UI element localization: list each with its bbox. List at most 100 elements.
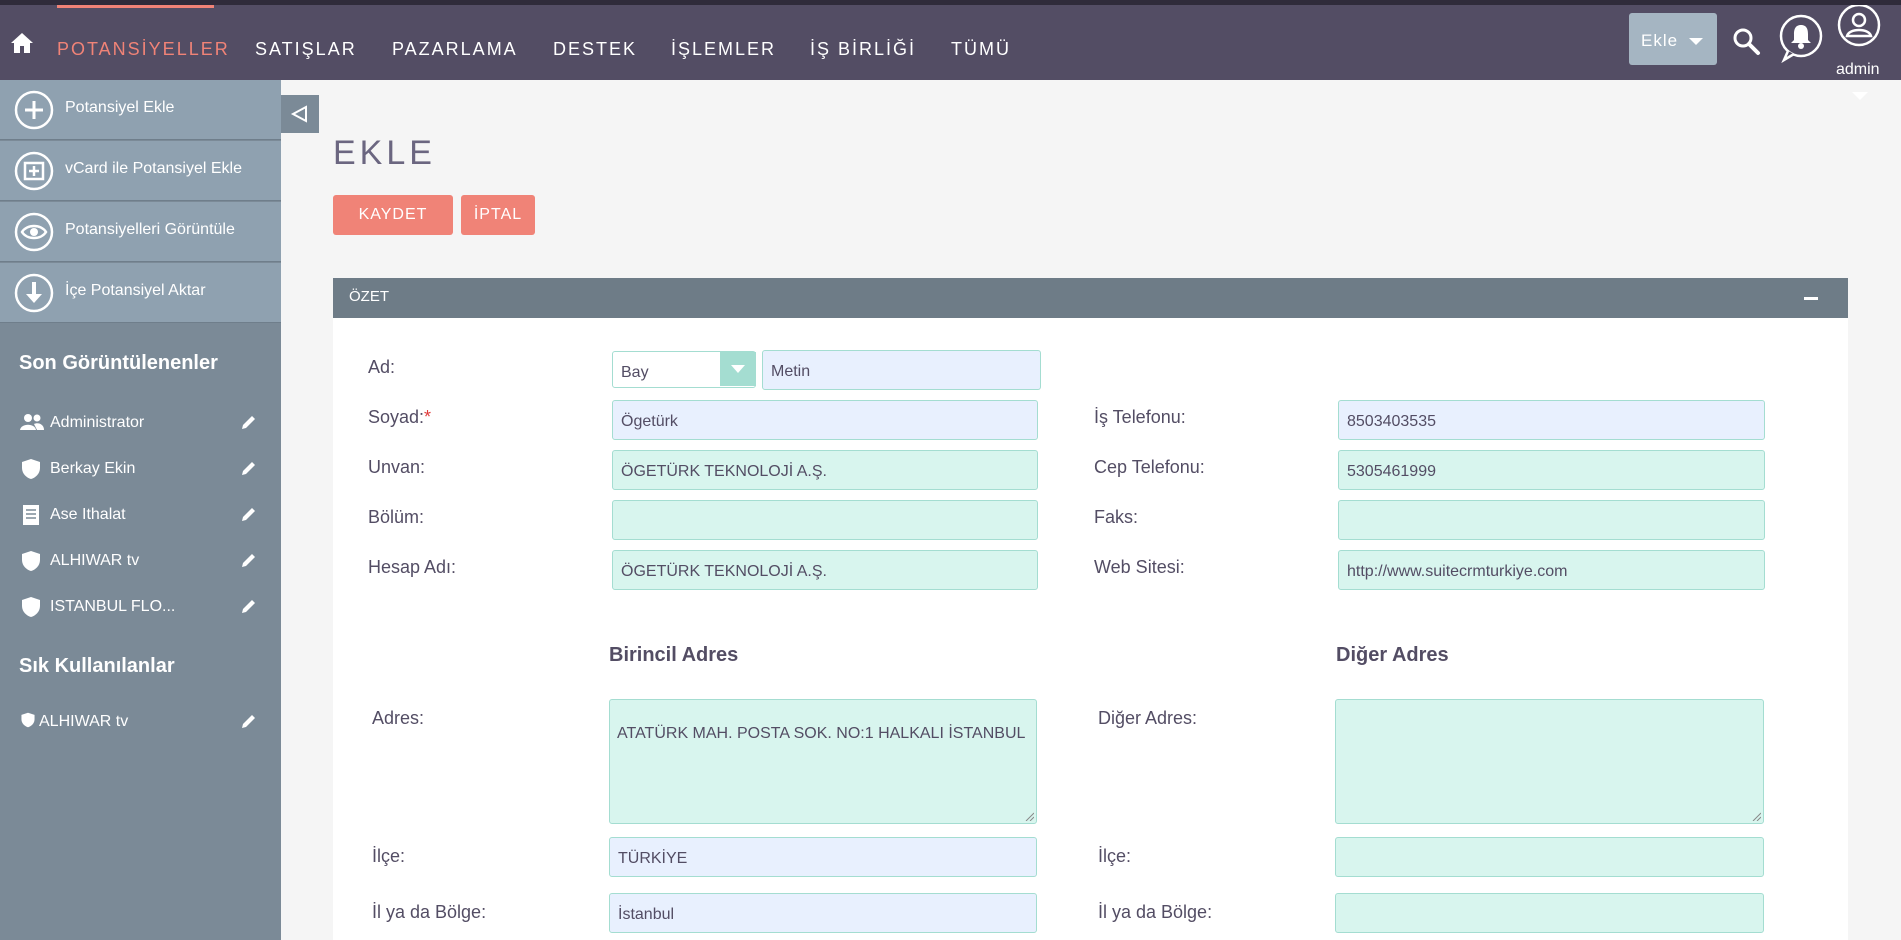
shield-icon <box>22 459 40 479</box>
other-address-heading: Diğer Adres <box>1336 644 1449 666</box>
account-name-input[interactable]: ÖGETÜRK TEKNOLOJİ A.Ş. <box>612 550 1038 590</box>
save-button[interactable]: KAYDET <box>333 195 453 235</box>
shield-icon <box>22 597 40 617</box>
user-name[interactable]: admin <box>1836 61 1880 79</box>
label-title: Unvan: <box>368 457 426 477</box>
cancel-button[interactable]: İPTAL <box>461 195 535 235</box>
sidebar-action-label: Potansiyelleri Görüntüle <box>65 221 235 238</box>
favorite-item[interactable]: ALHIWAR tv <box>20 710 260 734</box>
sidebar-action-label: vCard ile Potansiyel Ekle <box>65 160 242 177</box>
sidebar: Potansiyel Ekle vCard ile Potansiyel Ekl… <box>0 80 281 940</box>
nav-tab-support[interactable]: DESTEK <box>553 39 637 60</box>
recent-item-label: Ase Ithalat <box>50 506 126 523</box>
chevron-down-icon[interactable] <box>1850 90 1870 102</box>
nav-tab-marketing[interactable]: PAZARLAMA <box>392 39 518 60</box>
sidebar-collapse-button[interactable] <box>281 95 319 133</box>
recent-item[interactable]: Berkay Ekin <box>20 457 260 481</box>
sidebar-action-create-lead[interactable]: Potansiyel Ekle <box>0 80 281 140</box>
active-tab-indicator <box>57 5 214 8</box>
label-last-name-text: Soyad: <box>368 407 425 427</box>
nav-tab-sales[interactable]: SATIŞLAR <box>255 39 357 60</box>
website-input[interactable]: http://www.suitecrmturkiye.com <box>1338 550 1765 590</box>
label-other-state: İl ya da Bölge: <box>1098 902 1213 922</box>
search-icon[interactable] <box>1730 25 1762 57</box>
nav-tab-activities[interactable]: İŞLEMLER <box>671 39 776 60</box>
document-icon <box>23 505 39 525</box>
recent-item[interactable]: ISTANBUL FLO... <box>20 595 260 619</box>
title-input[interactable]: ÖGETÜRK TEKNOLOJİ A.Ş. <box>612 450 1038 490</box>
shield-icon <box>21 712 35 728</box>
resize-grip-icon[interactable] <box>1024 811 1034 821</box>
recent-item-label: Administrator <box>50 414 145 431</box>
recent-item[interactable]: Ase Ithalat <box>20 503 260 527</box>
vcard-icon <box>14 151 54 191</box>
top-navbar: POTANSİYELLER SATIŞLAR PAZARLAMA DESTEK … <box>0 0 1901 80</box>
primary-district-input[interactable]: TÜRKİYE <box>609 837 1037 877</box>
mobile-phone-input[interactable]: 5305461999 <box>1338 450 1765 490</box>
nav-tab-collaboration[interactable]: İŞ BİRLİĞİ <box>810 39 916 60</box>
collapse-minus-icon[interactable] <box>1804 297 1818 300</box>
user-avatar-icon[interactable] <box>1836 5 1882 51</box>
salutation-value: Bay <box>621 364 649 381</box>
triangle-left-icon <box>290 105 307 123</box>
pencil-icon[interactable] <box>240 505 258 523</box>
primary-address-textarea[interactable]: ATATÜRK MAH. POSTA SOK. NO:1 HALKALI İST… <box>609 699 1037 824</box>
favorite-item-label: ALHIWAR tv <box>39 713 129 730</box>
label-last-name: Soyad:* <box>368 407 431 428</box>
label-office-phone: İş Telefonu: <box>1094 407 1186 427</box>
sidebar-action-label: İçe Potansiyel Aktar <box>65 282 206 299</box>
favorites-heading: Sık Kullanılanlar <box>19 655 175 677</box>
label-first-name: Ad: <box>368 357 396 377</box>
pencil-icon[interactable] <box>240 459 258 477</box>
label-primary-state: İl ya da Bölge: <box>372 902 487 922</box>
sidebar-action-vcard[interactable]: vCard ile Potansiyel Ekle <box>0 141 281 201</box>
pencil-icon[interactable] <box>240 551 258 569</box>
panel-header-overview[interactable]: ÖZET <box>333 278 1848 318</box>
home-icon[interactable] <box>10 31 34 55</box>
sidebar-action-label: Potansiyel Ekle <box>65 99 175 116</box>
sidebar-action-import-leads[interactable]: İçe Potansiyel Aktar <box>0 263 281 323</box>
label-other-district: İlçe: <box>1098 846 1132 866</box>
other-address-textarea[interactable] <box>1335 699 1764 824</box>
download-icon <box>14 273 54 313</box>
label-department: Bölüm: <box>368 507 425 527</box>
last-name-input[interactable]: Ögetürk <box>612 400 1038 440</box>
quick-create-button[interactable]: Ekle <box>1629 13 1717 65</box>
shield-icon <box>22 551 40 571</box>
panel-title: ÖZET <box>349 288 389 305</box>
label-website: Web Sitesi: <box>1094 557 1185 577</box>
label-primary-address: Adres: <box>372 708 425 728</box>
recently-viewed-heading: Son Görüntülenenler <box>19 352 218 374</box>
notifications-bell-icon[interactable] <box>1778 13 1824 63</box>
nav-tab-leads[interactable]: POTANSİYELLER <box>57 39 230 60</box>
other-district-input[interactable] <box>1335 837 1764 877</box>
fax-input[interactable] <box>1338 500 1765 540</box>
pencil-icon[interactable] <box>240 712 258 730</box>
label-fax: Faks: <box>1094 507 1139 527</box>
label-primary-district: İlçe: <box>372 846 406 866</box>
first-name-input[interactable]: Metin <box>762 350 1041 390</box>
required-marker: * <box>424 407 432 427</box>
pencil-icon[interactable] <box>240 597 258 615</box>
other-state-input[interactable] <box>1335 893 1764 933</box>
plus-icon <box>14 90 54 130</box>
recent-item-label: ISTANBUL FLO... <box>50 598 176 615</box>
primary-state-input[interactable]: İstanbul <box>609 893 1037 933</box>
office-phone-input[interactable]: 8503403535 <box>1338 400 1765 440</box>
pencil-icon[interactable] <box>240 413 258 431</box>
eye-icon <box>14 212 54 252</box>
recent-item-label: ALHIWAR tv <box>50 552 140 569</box>
sidebar-action-view-leads[interactable]: Potansiyelleri Görüntüle <box>0 202 281 262</box>
recent-item-label: Berkay Ekin <box>50 460 136 477</box>
label-other-address: Diğer Adres: <box>1098 708 1198 728</box>
chevron-down-icon[interactable] <box>720 352 756 386</box>
page-title: EKLE <box>333 134 436 172</box>
users-icon <box>20 414 44 430</box>
chevron-down-icon <box>1689 38 1703 45</box>
primary-address-value: ATATÜRK MAH. POSTA SOK. NO:1 HALKALI İST… <box>617 725 1026 742</box>
nav-tab-all[interactable]: TÜMÜ <box>951 39 1011 60</box>
department-input[interactable] <box>612 500 1038 540</box>
recent-item[interactable]: ALHIWAR tv <box>20 549 260 573</box>
resize-grip-icon[interactable] <box>1751 811 1761 821</box>
recent-item[interactable]: Administrator <box>20 411 260 435</box>
